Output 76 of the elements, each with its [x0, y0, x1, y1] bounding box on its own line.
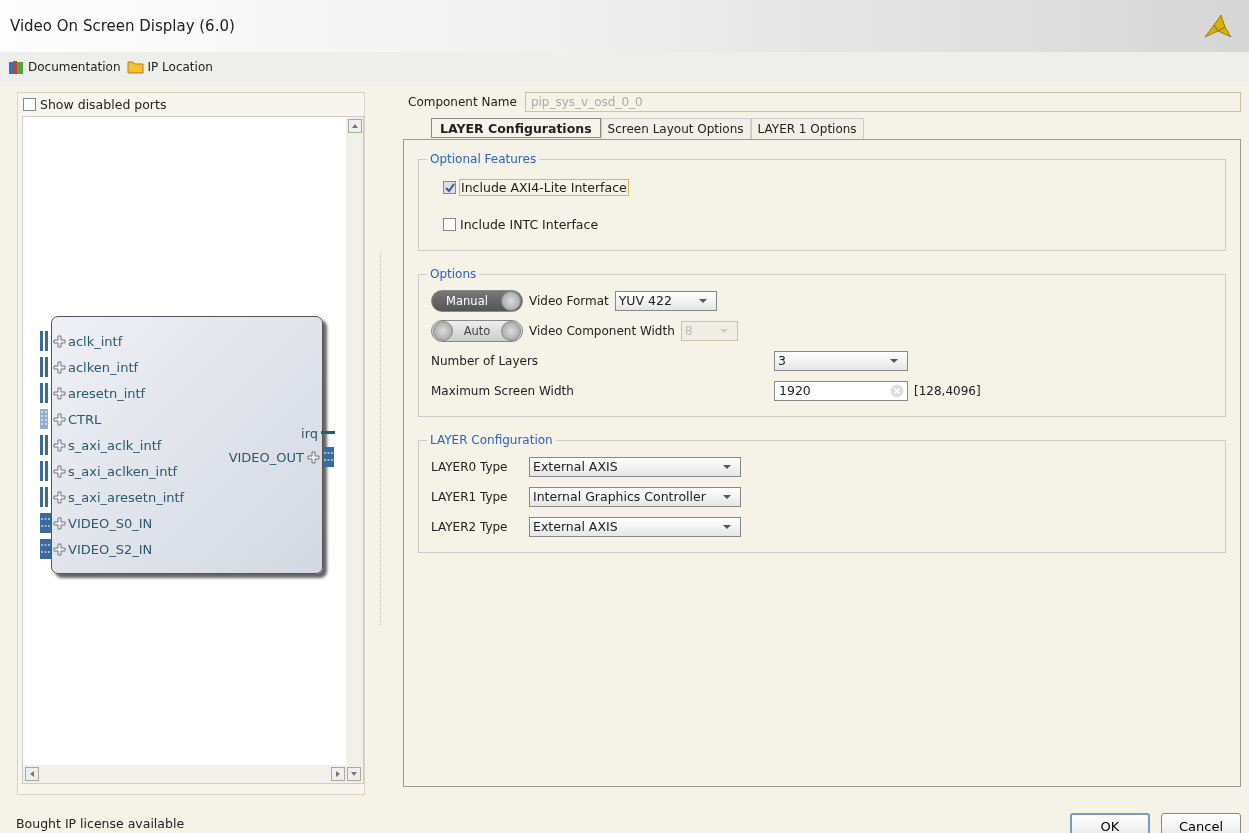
dropdown[interactable]: 3	[774, 350, 908, 371]
caret-icon	[722, 493, 732, 500]
range-hint: [128,4096]	[914, 383, 982, 398]
caret-icon	[722, 463, 732, 470]
port-name: s_axi_aresetn_intf	[68, 489, 185, 505]
clear-icon[interactable]	[890, 383, 904, 398]
caret-icon	[718, 327, 729, 334]
plus-icon[interactable]	[53, 438, 66, 452]
scroll-down-icon[interactable]	[347, 767, 361, 781]
mode-toggle[interactable]: Manual	[431, 289, 523, 312]
window-title: Video On Screen Display (6.0)	[10, 17, 235, 35]
ok-button[interactable]: OK	[1070, 813, 1150, 833]
wire-port-icon	[39, 461, 51, 481]
plus-icon[interactable]	[53, 516, 66, 530]
wire-port-icon	[39, 435, 51, 455]
port-name: VIDEO_OUT	[228, 449, 304, 465]
field-label: Number of Layers	[431, 353, 540, 368]
group-title: Options	[429, 267, 478, 281]
dropdown[interactable]: Internal Graphics Controller	[529, 486, 741, 507]
caret-icon	[722, 523, 732, 530]
status-text: Bought IP license available	[16, 816, 185, 833]
port-name: CTRL	[68, 411, 102, 427]
port-name: irq	[301, 425, 318, 441]
dropdown[interactable]: External AXIS	[529, 456, 741, 477]
plus-icon[interactable]	[53, 412, 66, 426]
plus-icon[interactable]	[53, 386, 66, 400]
scroll-right-icon[interactable]	[331, 767, 345, 781]
port-name: s_axi_aclk_intf	[68, 437, 162, 453]
folder-icon	[126, 60, 144, 74]
field-label: LAYER1 Type	[431, 489, 509, 504]
ip-location-link[interactable]: IP Location	[126, 60, 213, 74]
field-label: Video Format	[529, 293, 609, 308]
group-title: LAYER Configuration	[429, 433, 554, 447]
plus-icon[interactable]	[53, 334, 66, 348]
wire-port-icon	[39, 357, 51, 377]
tab[interactable]: Screen Layout Options	[600, 118, 751, 139]
field-label: LAYER2 Type	[431, 519, 509, 534]
port-name: VIDEO_S2_IN	[68, 541, 153, 557]
wire-port-icon	[39, 383, 51, 403]
group-title: Optional Features	[429, 152, 538, 166]
field-label: Component Name	[408, 95, 517, 109]
scroll-left-icon[interactable]	[25, 767, 39, 781]
caret-icon	[697, 297, 708, 304]
scroll-up-icon[interactable]	[347, 119, 362, 133]
port-name: VIDEO_S0_IN	[68, 515, 153, 531]
tab[interactable]: LAYER 1 Options	[750, 118, 864, 139]
field-label: LAYER0 Type	[431, 459, 509, 474]
bus-port-icon	[323, 447, 335, 467]
plus-icon[interactable]	[307, 450, 320, 464]
port-name: aresetn_intf	[68, 385, 146, 401]
bus-port-icon	[39, 409, 51, 429]
documentation-link[interactable]: Documentation	[8, 59, 121, 75]
dropdown[interactable]: YUV 422	[614, 290, 717, 311]
plus-icon[interactable]	[53, 464, 66, 478]
port-name: aclk_intf	[68, 333, 123, 349]
screen-width-field[interactable]: 1920	[774, 380, 908, 401]
wire-port-icon	[39, 331, 51, 351]
field-label: Maximum Screen Width	[431, 383, 575, 398]
checkbox[interactable]: Include AXI4-Lite Interface	[427, 168, 1217, 205]
port-name: s_axi_aclken_intf	[68, 463, 178, 479]
wire-port-icon	[39, 487, 51, 507]
checkbox[interactable]: Include INTC Interface	[427, 205, 1217, 242]
wire-port-icon	[321, 431, 335, 435]
dropdown[interactable]: External AXIS	[529, 516, 741, 537]
cancel-button[interactable]: Cancel	[1161, 813, 1241, 833]
bus-port-icon	[39, 513, 51, 533]
caret-icon	[889, 357, 899, 364]
bus-port-icon	[39, 539, 51, 559]
port-name: aclken_intf	[68, 359, 139, 375]
check-icon	[444, 182, 455, 193]
tab[interactable]: LAYER Configurations	[431, 118, 601, 138]
plus-icon[interactable]	[53, 490, 66, 504]
plus-icon[interactable]	[53, 360, 66, 374]
plus-icon[interactable]	[53, 542, 66, 556]
books-icon	[8, 59, 24, 75]
field-label: Video Component Width	[529, 323, 675, 338]
